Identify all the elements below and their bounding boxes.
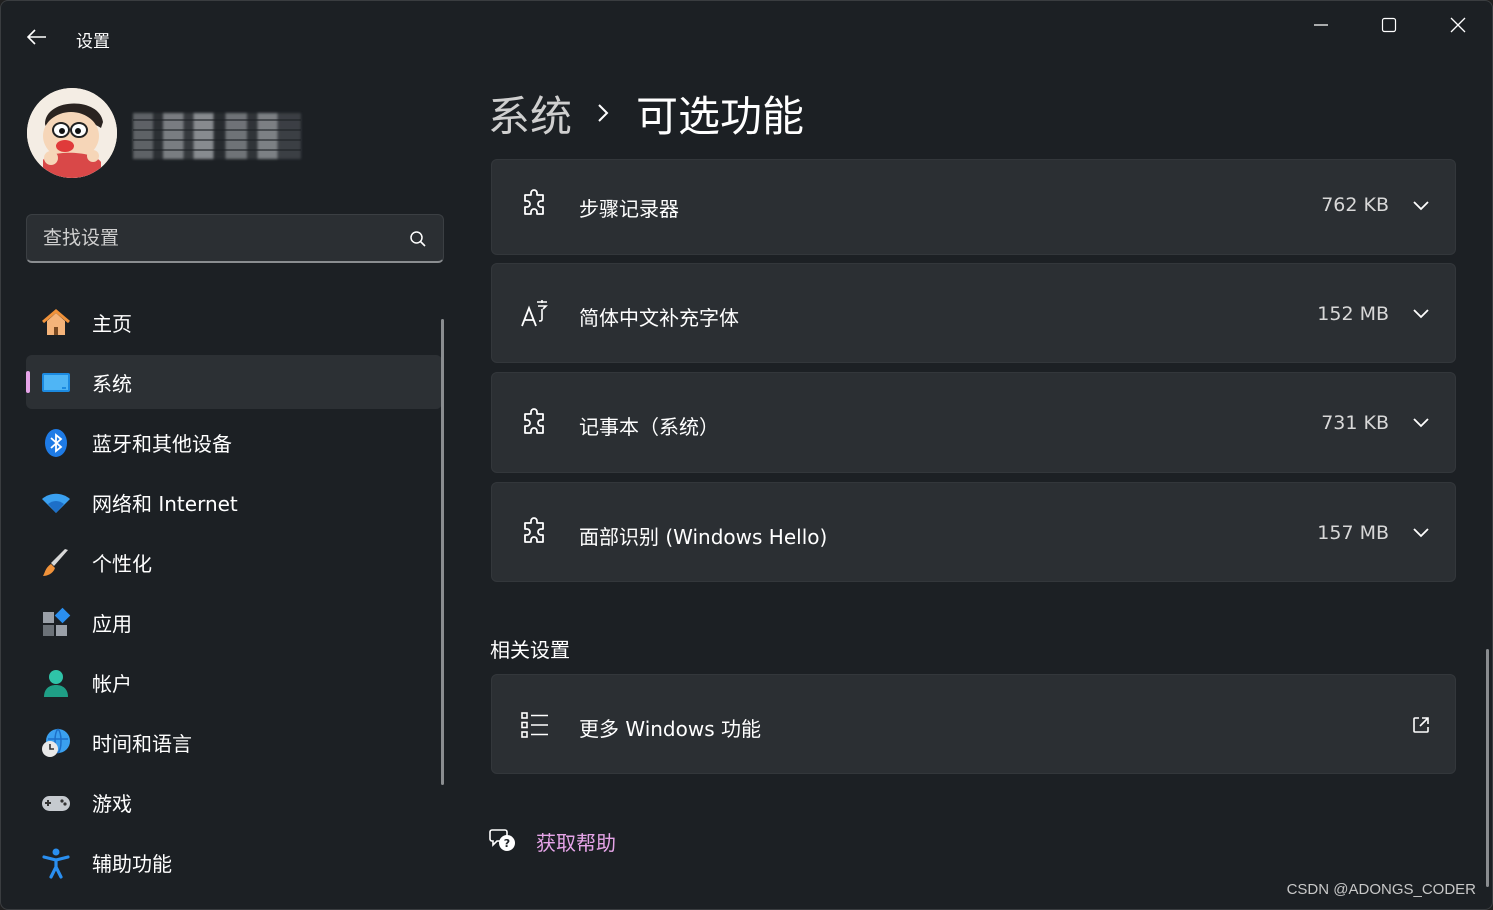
feature-card-face-recognition[interactable]: 面部识别 (Windows Hello) 157 MB xyxy=(491,482,1456,582)
sidebar-item-label: 网络和 Internet xyxy=(92,491,238,516)
system-icon xyxy=(40,367,72,399)
brush-icon xyxy=(40,547,72,579)
sidebar-item-apps[interactable]: 应用 xyxy=(26,595,442,649)
main-scrollbar[interactable] xyxy=(1486,649,1489,887)
settings-window: 设置 查找设置 主页 系统 蓝牙和其他设备 网络和 Internet 个性化 应… xyxy=(0,0,1493,910)
search-box[interactable] xyxy=(26,214,444,263)
account-icon xyxy=(40,667,72,699)
back-button[interactable] xyxy=(19,23,55,51)
feature-name: 面部识别 (Windows Hello) xyxy=(579,525,828,549)
chevron-right-icon xyxy=(596,103,610,123)
sidebar-nav: 主页 系统 蓝牙和其他设备 网络和 Internet 个性化 应用 帐户 时间和… xyxy=(26,295,442,895)
feature-card-steps-recorder[interactable]: 步骤记录器 762 KB xyxy=(491,159,1456,255)
font-icon xyxy=(519,298,551,330)
avatar[interactable] xyxy=(27,88,117,178)
bluetooth-icon xyxy=(40,427,72,459)
home-icon xyxy=(40,307,72,339)
avatar-image xyxy=(27,88,117,178)
breadcrumb-parent[interactable]: 系统 xyxy=(488,83,572,144)
feature-name: 简体中文补充字体 xyxy=(579,306,739,330)
breadcrumb: 系统 可选功能 xyxy=(488,85,804,141)
chevron-down-icon[interactable] xyxy=(1409,194,1433,218)
related-settings-heading: 相关设置 xyxy=(490,638,570,662)
sidebar-item-time-language[interactable]: 时间和语言 xyxy=(26,715,442,769)
feature-card-chinese-fonts[interactable]: 简体中文补充字体 152 MB xyxy=(491,263,1456,363)
more-windows-features-label: 更多 Windows 功能 xyxy=(579,717,761,741)
apps-icon xyxy=(40,607,72,639)
sidebar-item-label: 应用 xyxy=(92,611,132,636)
maximize-icon xyxy=(1381,17,1397,33)
close-icon xyxy=(1450,17,1466,33)
get-help-label: 获取帮助 xyxy=(536,830,616,855)
sidebar-item-network[interactable]: 网络和 Internet xyxy=(26,475,442,529)
feature-size: 152 MB xyxy=(1317,303,1389,325)
sidebar-item-label: 帐户 xyxy=(92,671,132,696)
close-button[interactable] xyxy=(1435,9,1481,41)
sidebar-item-accessibility[interactable]: 辅助功能 xyxy=(26,835,442,889)
accessibility-icon xyxy=(40,847,72,879)
sidebar-item-label: 系统 xyxy=(92,371,132,396)
help-chat-icon: ? xyxy=(488,824,518,858)
title-bar: 设置 xyxy=(1,1,1492,71)
app-title: 设置 xyxy=(76,32,110,52)
watermark: CSDN @ADONGS_CODER xyxy=(1286,881,1476,898)
gamepad-icon xyxy=(40,787,72,819)
sidebar-item-label: 蓝牙和其他设备 xyxy=(92,431,232,456)
maximize-button[interactable] xyxy=(1366,9,1412,41)
feature-name: 记事本（系统） xyxy=(579,415,719,439)
sidebar-item-home[interactable]: 主页 xyxy=(26,295,442,349)
open-external-icon[interactable] xyxy=(1409,713,1433,737)
feature-size: 762 KB xyxy=(1321,194,1389,216)
sidebar-item-label: 个性化 xyxy=(92,551,152,576)
minimize-icon xyxy=(1314,24,1328,26)
feature-size: 731 KB xyxy=(1321,412,1389,434)
back-arrow-icon xyxy=(27,29,46,45)
sidebar-item-system[interactable]: 系统 xyxy=(26,355,442,409)
sidebar-item-label: 辅助功能 xyxy=(92,851,172,876)
feature-name: 步骤记录器 xyxy=(579,197,679,221)
minimize-button[interactable] xyxy=(1298,9,1344,41)
search-input[interactable] xyxy=(43,227,383,249)
get-help-link[interactable]: ? 获取帮助 xyxy=(488,824,616,858)
page-title: 可选功能 xyxy=(636,91,805,141)
feature-card-notepad[interactable]: 记事本（系统） 731 KB xyxy=(491,372,1456,473)
puzzle-icon xyxy=(519,407,551,439)
username-mask xyxy=(133,113,301,159)
globe-clock-icon xyxy=(40,727,72,759)
sidebar-item-personalization[interactable]: 个性化 xyxy=(26,535,442,589)
sidebar-item-gaming[interactable]: 游戏 xyxy=(26,775,442,829)
list-icon xyxy=(519,709,551,741)
chevron-down-icon[interactable] xyxy=(1409,302,1433,326)
sidebar-scrollbar[interactable] xyxy=(441,319,444,785)
wifi-icon xyxy=(40,487,72,519)
more-windows-features-link[interactable]: 更多 Windows 功能 xyxy=(491,674,1456,774)
chevron-down-icon[interactable] xyxy=(1409,521,1433,545)
feature-size: 157 MB xyxy=(1317,522,1389,544)
chevron-down-icon[interactable] xyxy=(1409,411,1433,435)
sidebar-item-label: 游戏 xyxy=(92,791,132,816)
sidebar-item-accounts[interactable]: 帐户 xyxy=(26,655,442,709)
sidebar-item-label: 主页 xyxy=(92,311,132,336)
search-icon[interactable] xyxy=(409,230,427,252)
puzzle-icon xyxy=(519,188,551,220)
sidebar-item-label: 时间和语言 xyxy=(92,731,192,756)
puzzle-icon xyxy=(519,516,551,548)
sidebar-item-bluetooth[interactable]: 蓝牙和其他设备 xyxy=(26,415,442,469)
svg-text:?: ? xyxy=(504,837,510,850)
